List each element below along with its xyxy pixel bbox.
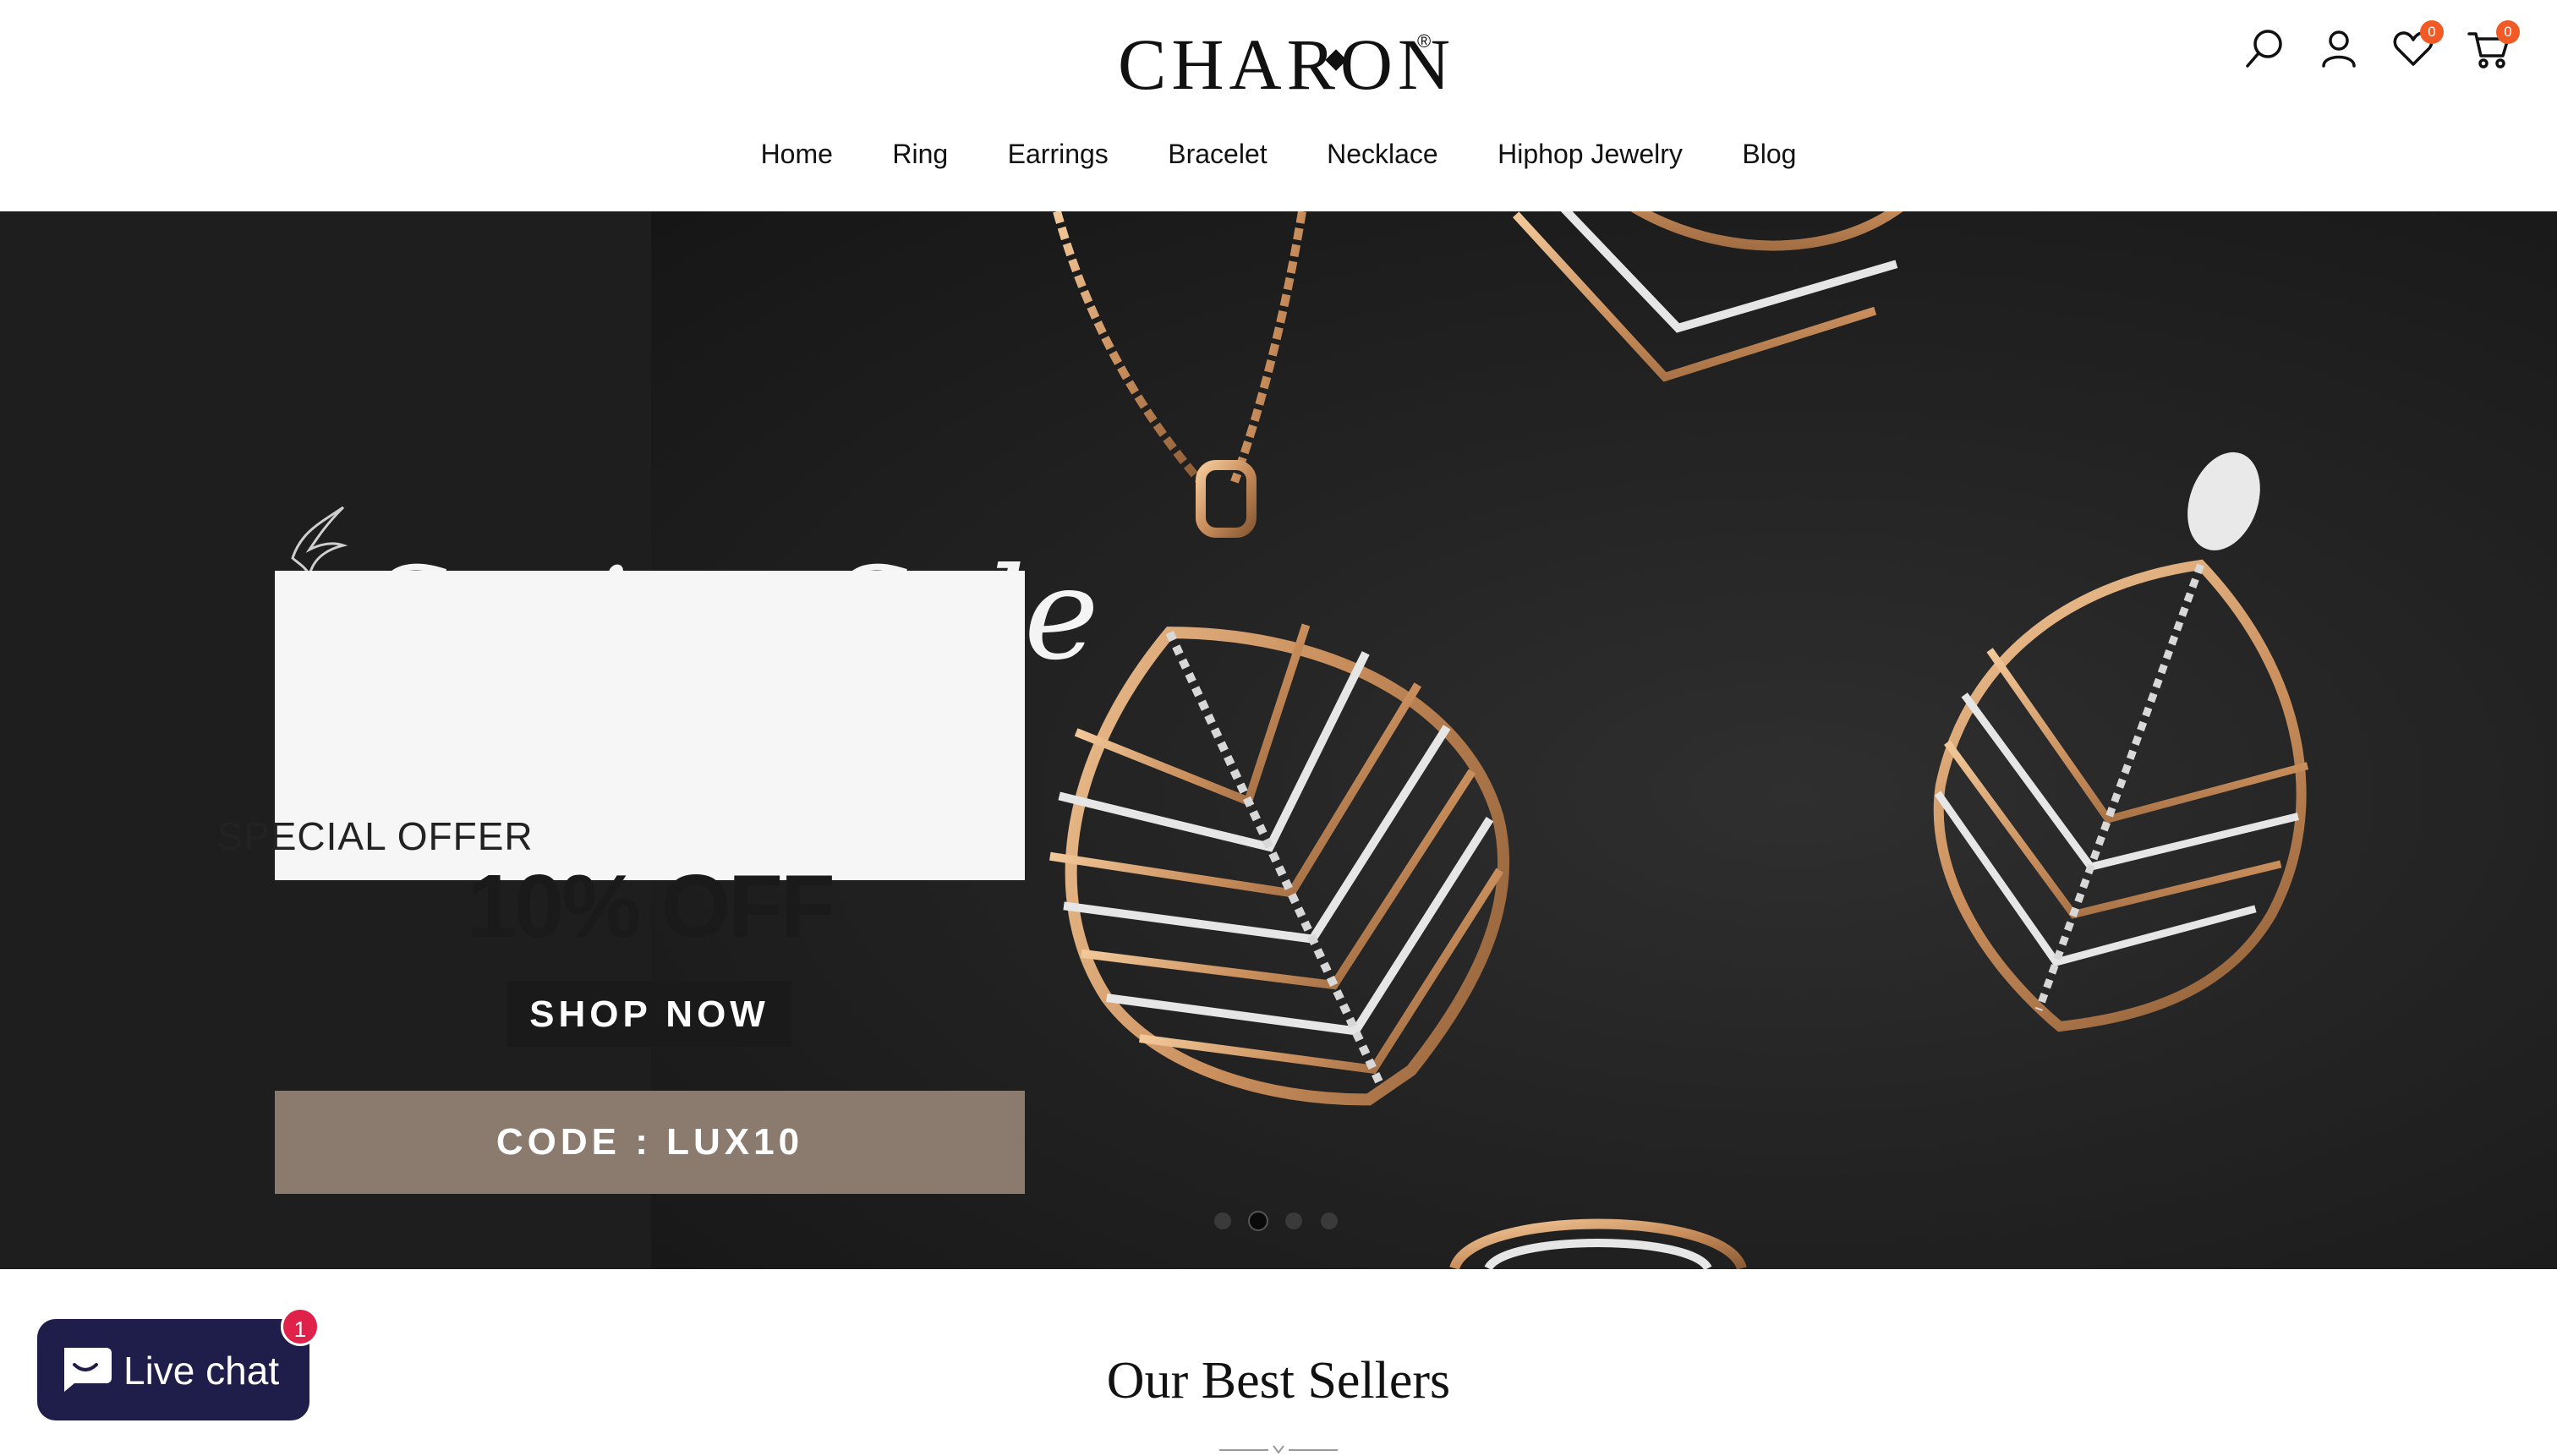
site-header: CHARON ® 0 0 Home Ring Earrings Bracelet… — [0, 0, 2557, 211]
search-icon[interactable] — [2241, 25, 2288, 73]
nav-necklace[interactable]: Necklace — [1327, 139, 1438, 170]
promo-code-band: CODE : LUX10 — [275, 1091, 1025, 1194]
carousel-dots — [1214, 1212, 1350, 1233]
shop-now-button[interactable]: SHOP NOW — [507, 981, 791, 1047]
nav-bracelet[interactable]: Bracelet — [1168, 139, 1267, 170]
nav-blog[interactable]: Blog — [1742, 139, 1796, 170]
user-icon[interactable] — [2315, 25, 2363, 73]
cart-count-badge: 0 — [2496, 20, 2520, 44]
chat-unread-badge: 1 — [281, 1307, 320, 1346]
best-sellers-title: Our Best Sellers — [1106, 1352, 1451, 1409]
carousel-dot-3[interactable] — [1285, 1212, 1302, 1229]
nav-earrings[interactable]: Earrings — [1008, 139, 1109, 170]
nav-ring[interactable]: Ring — [892, 139, 948, 170]
title-divider-ornament — [1219, 1445, 1338, 1454]
registered-mark: ® — [1417, 30, 1432, 52]
offer-title: SPECIAL OFFER — [216, 814, 534, 858]
wishlist-count-badge: 0 — [2420, 20, 2444, 44]
logo[interactable]: CHARON — [1118, 22, 1455, 107]
live-chat-label: Live chat — [123, 1349, 280, 1393]
carousel-dot-4[interactable] — [1321, 1212, 1338, 1229]
nav-hiphop-jewelry[interactable]: Hiphop Jewelry — [1498, 139, 1683, 170]
nav-home[interactable]: Home — [761, 139, 833, 170]
carousel-dot-1[interactable] — [1214, 1212, 1231, 1229]
carousel-dot-2[interactable] — [1250, 1212, 1267, 1229]
live-chat-button[interactable]: Live chat — [37, 1319, 309, 1420]
chat-bubble-icon — [64, 1348, 112, 1392]
main-nav: Home Ring Earrings Bracelet Necklace Hip… — [0, 139, 2557, 170]
offer-discount: 10% OFF — [467, 857, 835, 956]
header-icons: 0 0 — [2241, 20, 2528, 79]
